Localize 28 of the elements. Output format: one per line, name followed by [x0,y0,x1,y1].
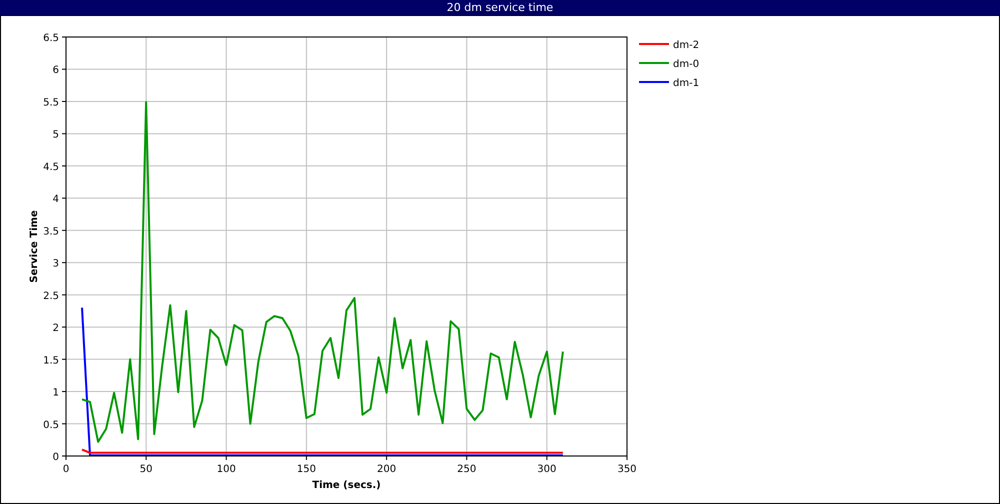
y-tick-label: 3.5 [43,226,59,238]
y-tick-label: 6.5 [43,33,59,44]
window-title: 20 dm service time [446,0,554,15]
x-tick-label: 350 [617,464,637,475]
y-tick-label: 4 [52,194,59,206]
x-tick-label: 200 [377,464,396,475]
y-tick-label: 0.5 [43,420,59,431]
x-tick-label: 250 [457,464,476,475]
y-tick-label: 5 [52,130,59,141]
x-tick-label: 300 [537,464,556,475]
x-tick-label: 100 [216,464,236,475]
legend-label: dm-0 [673,59,700,70]
y-tick-label: 3 [52,258,59,270]
x-axis-title: Time (secs.) [312,480,381,491]
y-tick-label: 0 [52,452,59,463]
y-tick-label: 1.5 [43,355,59,366]
y-tick-label: 2.5 [43,290,59,302]
legend-label: dm-1 [673,78,700,89]
y-tick-label: 4.5 [43,162,59,173]
y-tick-label: 2 [52,323,59,334]
x-tick-label: 0 [62,464,70,475]
y-tick-label: 5.5 [43,97,59,108]
legend-label: dm-2 [673,40,700,51]
y-tick-label: 1 [52,388,59,399]
y-axis-title: Service Time [29,210,40,283]
y-tick-label: 6 [52,65,59,76]
x-tick-label: 50 [140,464,152,475]
x-tick-label: 150 [296,464,316,475]
